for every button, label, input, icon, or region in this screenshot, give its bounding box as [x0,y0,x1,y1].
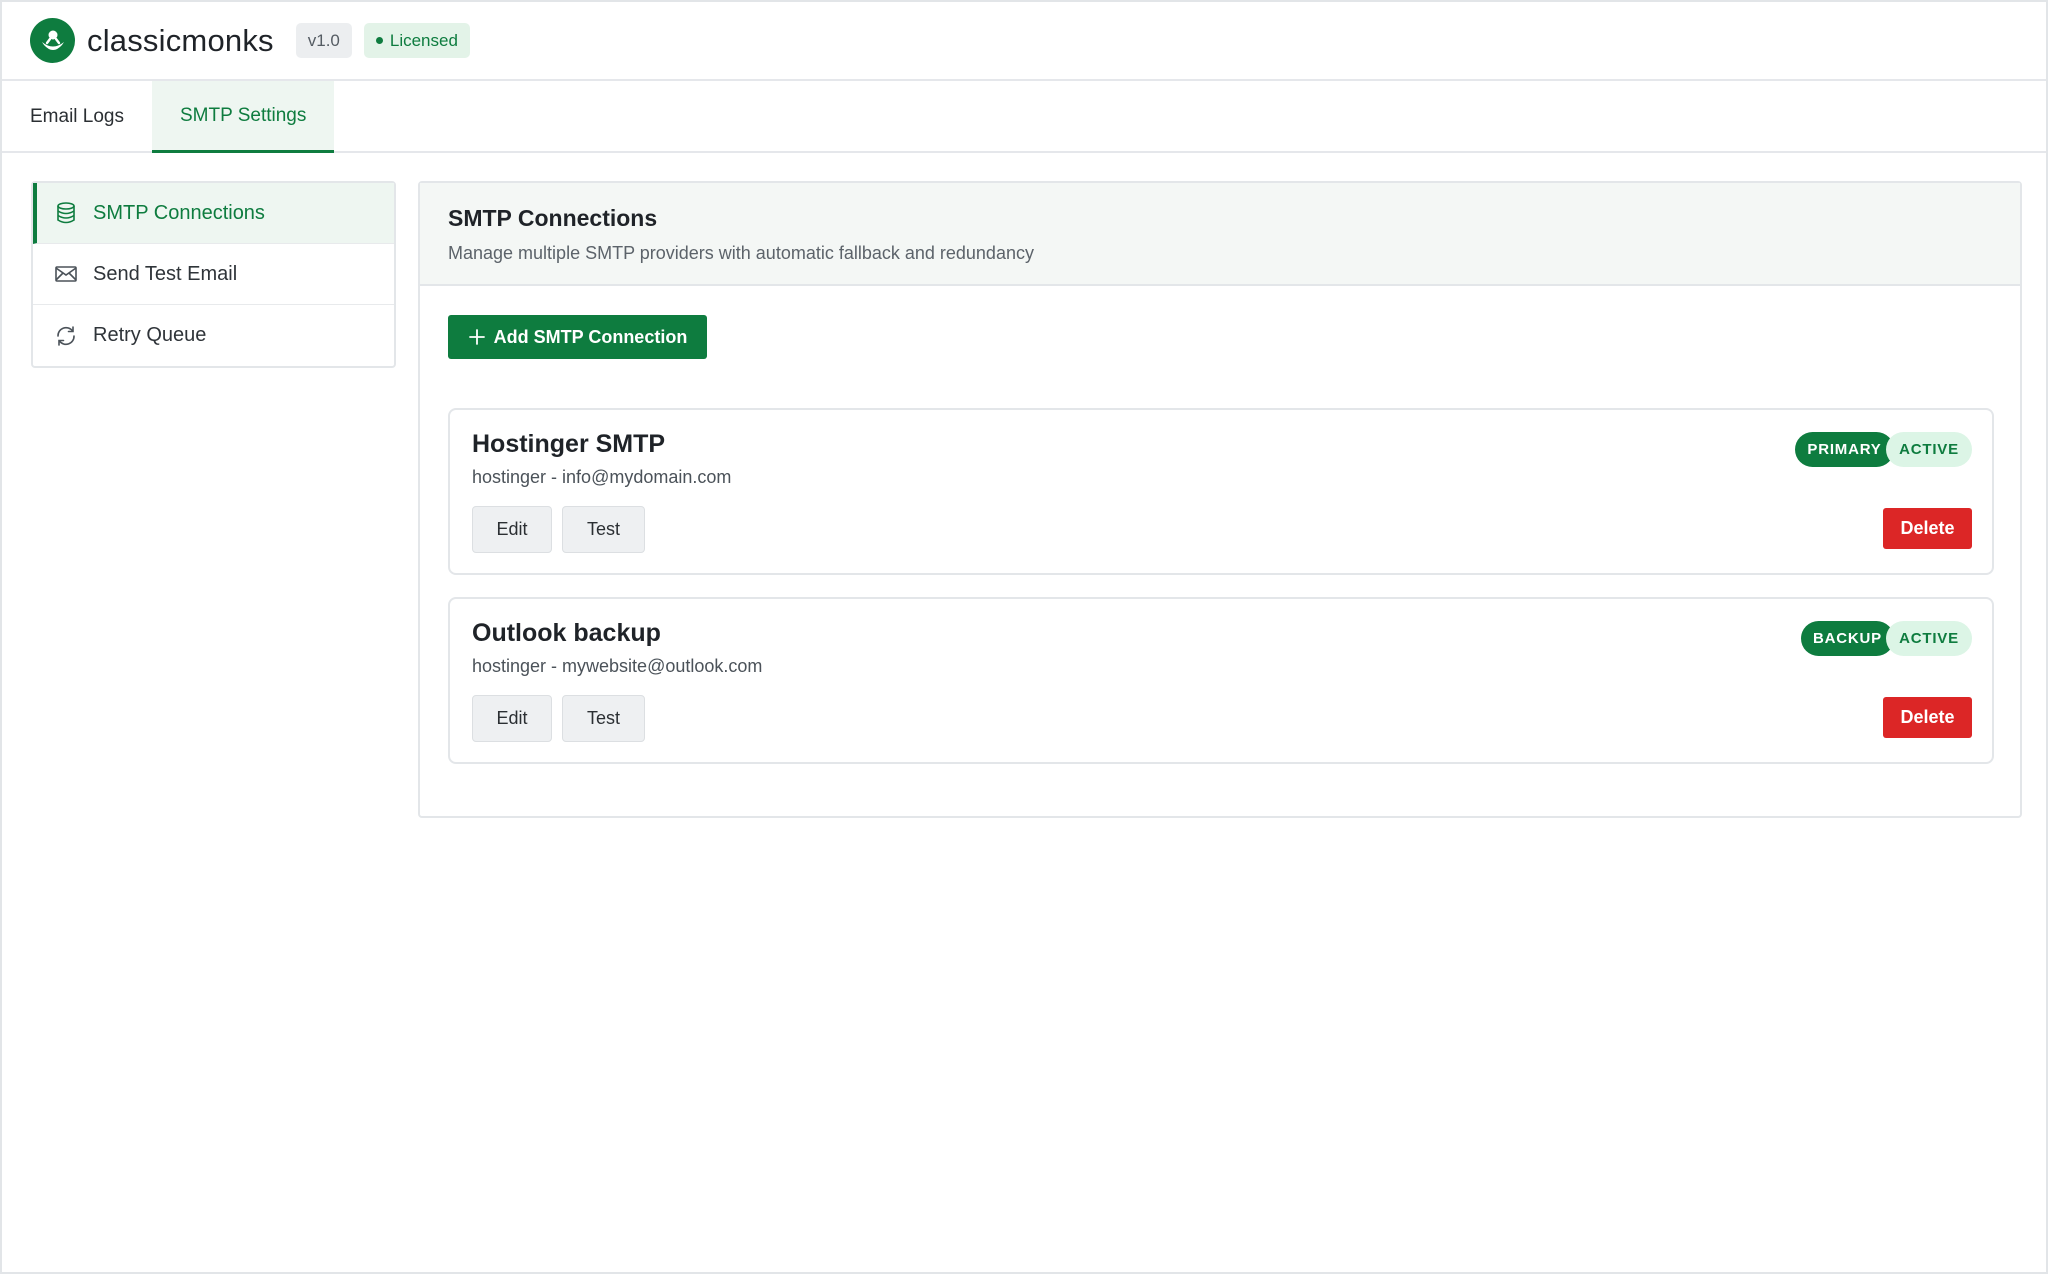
panel-header: SMTP Connections Manage multiple SMTP pr… [420,183,2020,286]
license-badge: Licensed [363,23,470,58]
smtp-connections-panel: SMTP Connections Manage multiple SMTP pr… [418,181,2022,818]
refresh-icon [53,323,79,349]
plus-icon [468,329,485,345]
main-tabs: Email Logs SMTP Settings [2,81,2046,153]
license-label: Licensed [389,30,458,50]
app-header: classicmonks v1.0 Licensed [2,2,2046,81]
sidebar-item-smtp-connections[interactable]: SMTP Connections [33,183,394,244]
settings-sidebar: SMTP Connections Send Test Email Retry Q… [31,181,396,368]
connection-detail: hostinger - info@mydomain.com [472,467,732,487]
sidebar-item-label: Retry Queue [93,324,207,346]
sidebar-item-send-test-email[interactable]: Send Test Email [33,244,394,305]
brand-logo-icon [30,18,75,63]
connection-name: Hostinger SMTP [472,430,666,458]
version-badge: v1.0 [295,23,352,58]
delete-button[interactable]: Delete [1883,697,1972,738]
status-badge: ACTIVE [1886,432,1972,467]
edit-button[interactable]: Edit [472,695,552,742]
status-dot-icon [375,37,383,44]
page-title: SMTP Connections [448,205,658,231]
database-icon [53,200,79,226]
brand-name: classicmonks [87,22,274,58]
tab-email-logs[interactable]: Email Logs [2,81,152,153]
role-badge: BACKUP [1801,621,1894,656]
status-badge: ACTIVE [1886,621,1972,656]
add-smtp-connection-button[interactable]: Add SMTP Connection [448,315,707,359]
delete-button[interactable]: Delete [1883,508,1972,549]
app-window: classicmonks v1.0 Licensed Email Logs SM… [0,0,2048,1274]
connection-name: Outlook backup [472,619,661,647]
sidebar-item-retry-queue[interactable]: Retry Queue [33,305,394,366]
connection-detail: hostinger - mywebsite@outlook.com [472,656,763,676]
tab-smtp-settings[interactable]: SMTP Settings [152,81,335,153]
page-description: Manage multiple SMTP providers with auto… [448,243,1034,263]
sidebar-item-label: SMTP Connections [93,201,265,224]
role-badge: PRIMARY [1795,432,1894,467]
connection-card: Outlook backup hostinger - mywebsite@out… [448,597,1994,764]
envelope-icon [53,261,79,287]
test-button[interactable]: Test [562,506,645,553]
test-button[interactable]: Test [562,695,645,742]
add-button-label: Add SMTP Connection [493,326,688,347]
connection-card: Hostinger SMTP hostinger - info@mydomain… [448,408,1994,575]
sidebar-item-label: Send Test Email [93,262,238,285]
edit-button[interactable]: Edit [472,506,552,553]
